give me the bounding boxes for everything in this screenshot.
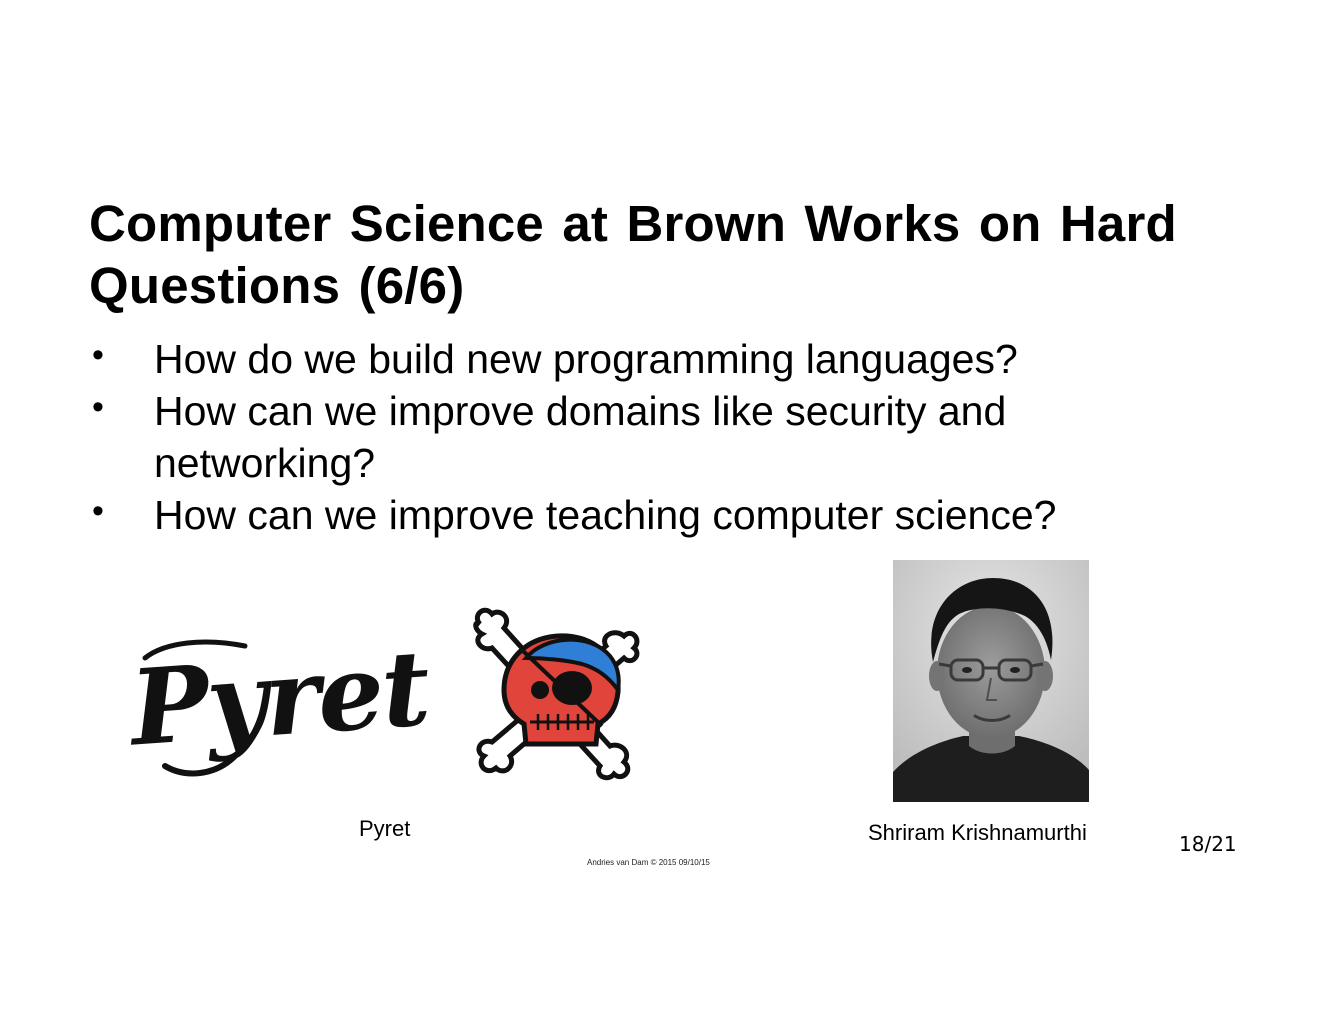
slide-title-line-1: Computer Science at Brown Works on Hard [89,195,1177,252]
bullet-line: How do we build new programming language… [154,336,1018,382]
bullet-item: • How can we improve domains like securi… [89,385,1169,489]
footer-credit: Andries van Dam © 2015 09/10/15 [587,858,710,867]
bullet-text: How can we improve teaching computer sci… [154,489,1169,541]
bullet-line: How can we improve domains like security… [154,388,1007,434]
bullet-text: How can we improve domains like security… [154,385,1169,489]
slide-title-line-2: Questions (6/6) [89,257,465,314]
bullet-item: • How do we build new programming langua… [89,333,1169,385]
bullet-line: How can we improve teaching computer sci… [154,492,1057,538]
bullet-list: • How do we build new programming langua… [89,333,1169,541]
bullet-line: networking? [154,440,376,486]
photo-caption: Shriram Krishnamurthi [868,820,1087,845]
bullet-marker: • [92,388,104,426]
bullet-item: • How can we improve teaching computer s… [89,489,1169,541]
bullet-marker: • [92,492,104,530]
page-number: 18/21 [1179,832,1237,856]
bullet-text: How do we build new programming language… [154,333,1169,385]
pirate-skull-crossbones-icon [473,607,640,781]
bullet-marker: • [92,336,104,374]
pyret-wordmark: Pyret [125,626,434,777]
pyret-caption: Pyret [359,816,411,841]
portrait-photo [893,560,1089,802]
portrait-illustration [893,560,1089,802]
pyret-logo: Pyret [125,607,640,781]
slide-title: Computer Science at Brown Works on Hard … [89,193,1209,317]
slide: Computer Science at Brown Works on Hard … [0,0,1320,1020]
